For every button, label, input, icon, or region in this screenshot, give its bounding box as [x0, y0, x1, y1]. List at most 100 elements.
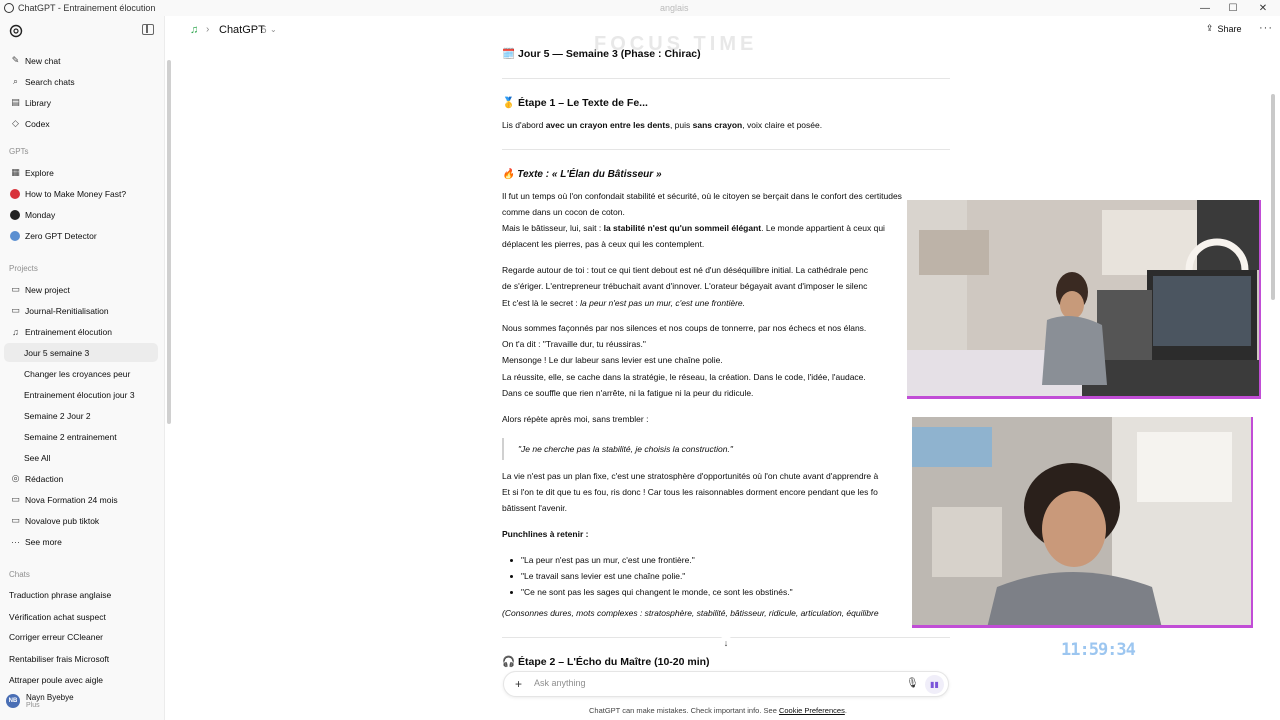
sidebar-project-11[interactable]: ▭ Novalove pub tiktok [4, 511, 158, 530]
sidebar-item-label: See more [25, 536, 62, 547]
sidebar-item-label: Monday [25, 209, 56, 220]
punchlines-title: Punchlines à retenir : [502, 529, 589, 539]
cookie-preferences-link[interactable]: Cookie Preferences [779, 706, 845, 715]
sidebar-project-3[interactable]: Jour 5 semaine 3 [4, 343, 158, 362]
model-selector[interactable]: ChatGPT [219, 24, 265, 36]
sidebar-item-label: Novalove pub tiktok [25, 515, 100, 526]
sidebar-chat-3[interactable]: Rentabiliser frais Microsoft [4, 649, 158, 668]
sidebar-project-9[interactable]: ◎ Rédaction [4, 469, 158, 488]
paragraph-line: de s'ériger. L'entrepreneur trébuchait a… [502, 281, 868, 291]
sidebar-project-8[interactable]: See All [4, 448, 158, 467]
sidebar-toggle-icon[interactable] [142, 24, 154, 35]
step1-title: 🥇 Étape 1 – Le Texte de Fe... [502, 97, 648, 109]
sidebar-chat-4[interactable]: Attraper poule avec aigle [4, 670, 158, 689]
sidebar-item-label: Entrainement élocution [25, 326, 112, 337]
maximize-button[interactable]: ☐ [1218, 0, 1248, 16]
paragraph-line: déplacent les pierres, pas à ceux qui le… [502, 239, 705, 249]
bullet [510, 575, 513, 578]
bullet [510, 559, 513, 562]
projects-heading: Projects [9, 264, 38, 273]
sidebar-project-6[interactable]: Semaine 2 Jour 2 [4, 406, 158, 425]
window-title: ChatGPT - Entrainement élocution [18, 3, 156, 13]
paragraph-line: Mais le bâtisseur, lui, sait : la stabil… [502, 223, 885, 233]
sidebar-gpt-2[interactable]: Monday [4, 205, 158, 224]
sidebar-gpt-0[interactable]: ▦ Explore [4, 163, 158, 182]
sidebar-item-library[interactable]: ▤ Library [4, 93, 158, 112]
disclaimer: ChatGPT can make mistakes. Check importa… [589, 706, 847, 715]
sidebar-project-11-icon: ▭ [11, 515, 20, 525]
sidebar-project-5[interactable]: Entrainement élocution jour 3 [4, 385, 158, 404]
sidebar-item-codex[interactable]: ◇ Codex [4, 114, 158, 133]
paragraph-line: comme dans un cocon de coton. [502, 207, 625, 217]
chatgpt-logo-icon[interactable] [9, 24, 23, 38]
sidebar-item-label: Codex [25, 118, 50, 129]
model-version[interactable]: 5 [261, 25, 267, 36]
sidebar-project-1[interactable]: ▭ Journal-Renitialisation [4, 301, 158, 320]
sidebar-project-9-icon: ◎ [11, 473, 20, 483]
share-label: Share [1217, 23, 1242, 34]
more-options-icon[interactable]: ··· [1259, 22, 1273, 34]
composer[interactable]: + Ask anything 🎙 ▮▮ [503, 671, 949, 697]
paragraph-line: Et c'est là le secret : la peur n'est pa… [502, 298, 745, 308]
sidebar-item-label: Corriger erreur CCleaner [9, 631, 104, 642]
close-window-button[interactable]: ✕ [1248, 0, 1278, 16]
sidebar-project-0[interactable]: ▭ New project [4, 280, 158, 299]
sidebar-item-label: Library [25, 97, 51, 108]
sidebar-chat-1[interactable]: Vérification achat suspect [4, 607, 158, 626]
sidebar-project-10[interactable]: ▭ Nova Formation 24 mois [4, 490, 158, 509]
paragraph-line: Nous sommes façonnés par nos silences et… [502, 323, 867, 333]
sidebar-item-codex-icon: ◇ [12, 118, 19, 128]
sidebar-item-search-chats[interactable]: ⌕ Search chats [4, 72, 158, 91]
chevron-down-icon[interactable]: ⌄ [270, 25, 277, 34]
voice-mode-icon[interactable]: ▮▮ [925, 675, 944, 694]
user-profile[interactable]: NB Nayn Byebye Plus [6, 688, 74, 714]
sidebar-chat-0[interactable]: Traduction phrase anglaise [4, 585, 158, 604]
message-input[interactable]: Ask anything [534, 678, 586, 688]
sidebar-item-new-chat[interactable]: ✎ New chat [4, 51, 158, 70]
overlay-tab-label: anglais [660, 3, 689, 13]
sidebar-project-12[interactable]: ··· See more [4, 532, 158, 551]
webcam-face-view [912, 417, 1253, 628]
chats-heading: Chats [9, 570, 30, 579]
sidebar-project-2[interactable]: ♫ Entrainement élocution [4, 322, 158, 341]
gpts-heading: GPTs [9, 147, 29, 156]
sidebar-item-label: See All [24, 452, 51, 463]
sidebar-item-label: New project [25, 284, 70, 295]
day-title: 🗓️ Jour 5 — Semaine 3 (Phase : Chirac) [502, 48, 701, 60]
sidebar-item-label: New chat [25, 55, 61, 66]
sidebar-item-label: Nova Formation 24 mois [25, 494, 118, 505]
sidebar-item-label: Vérification achat suspect [9, 611, 106, 622]
share-button[interactable]: ⇪ Share [1206, 23, 1242, 34]
scroll-down-button[interactable]: ↓ [719, 636, 733, 650]
bullet [510, 591, 513, 594]
sidebar-item-label: Explore [25, 167, 54, 178]
sidebar-project-7[interactable]: Semaine 2 entrainement [4, 427, 158, 446]
minimize-button[interactable]: — [1190, 0, 1220, 16]
sidebar-item-label: Semaine 2 Jour 2 [24, 410, 91, 421]
sidebar-chat-2[interactable]: Corriger erreur CCleaner [4, 627, 158, 646]
stream-clock: 11:59:34 [1061, 640, 1136, 660]
plus-icon[interactable]: + [515, 677, 522, 691]
chatgpt-logo-icon [4, 3, 14, 13]
paragraph-line: Regarde autour de toi : tout ce qui tien… [502, 265, 868, 275]
paragraph-line: Dans ce souffle que rien n'arrête, ni la… [502, 388, 754, 398]
main-scrollbar[interactable] [1271, 94, 1275, 300]
sidebar-gpt-3[interactable]: Zero GPT Detector [4, 226, 158, 245]
microphone-icon[interactable]: 🎙 [906, 678, 919, 689]
sidebar-gpt-1[interactable]: How to Make Money Fast? [4, 184, 158, 203]
sidebar-project-12-icon: ··· [11, 536, 20, 547]
divider [502, 78, 950, 79]
sidebar-scrollbar[interactable] [167, 60, 171, 424]
sidebar-project-2-icon: ♫ [12, 326, 19, 337]
project-music-icon: ♫ [190, 24, 199, 36]
sidebar-project-0-icon: ▭ [11, 284, 20, 294]
sidebar-project-4[interactable]: Changer les croyances peur [4, 364, 158, 383]
user-name: Nayn Byebye [26, 693, 74, 702]
step1-intro: Lis d'abord avec un crayon entre les den… [502, 120, 823, 130]
sidebar-project-10-icon: ▭ [11, 494, 20, 504]
paragraph-line: Mensonge ! Le dur labeur sans levier est… [502, 355, 723, 365]
window-titlebar: ChatGPT - Entrainement élocution anglais… [0, 0, 1280, 16]
gpt-avatar-icon [10, 230, 20, 241]
list-item: "Ce ne sont pas les sages qui changent l… [521, 587, 793, 597]
avatar: NB [6, 694, 20, 708]
